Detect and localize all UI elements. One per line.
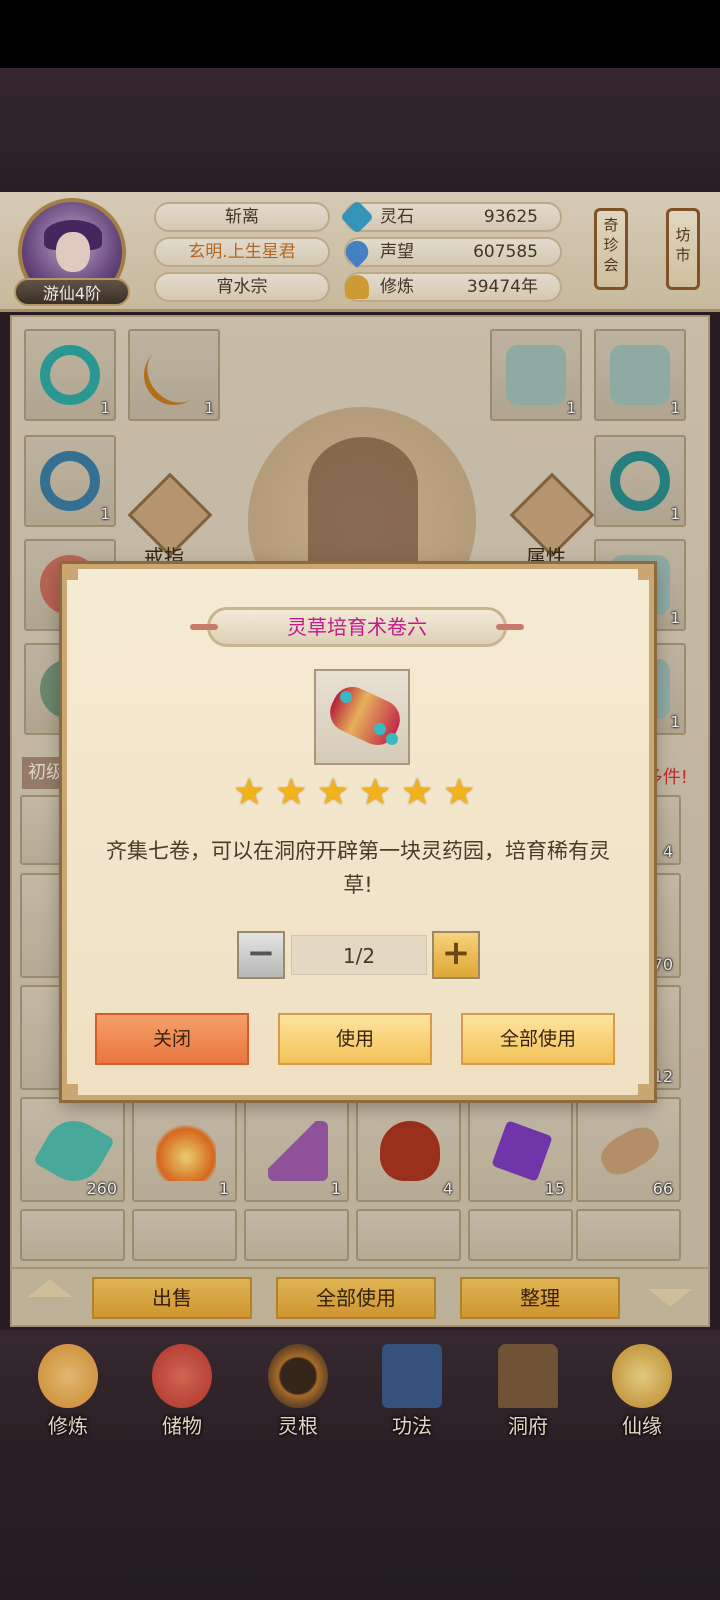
use-all-dialog-button[interactable]: 全部使用: [461, 1013, 615, 1065]
title-knob: [496, 624, 524, 630]
star-icon: ★: [317, 772, 350, 813]
star-icon: ★: [443, 772, 476, 813]
title-knob: [190, 624, 218, 630]
corner-ornament: [62, 1084, 78, 1100]
dialog-title-bar: 灵草培育术卷六: [190, 607, 524, 647]
decrease-quantity-button[interactable]: −: [237, 931, 285, 979]
corner-ornament: [62, 564, 78, 580]
bead: [386, 733, 398, 745]
star-icon: ★: [233, 772, 266, 813]
close-button[interactable]: 关闭: [95, 1013, 249, 1065]
star-icon: ★: [401, 772, 434, 813]
item-icon-box: [314, 669, 410, 765]
star-icon: ★: [275, 772, 308, 813]
star-icon: ★: [359, 772, 392, 813]
corner-ornament: [638, 1084, 654, 1100]
item-description: 齐集七卷，可以在洞府开辟第一块灵药园，培育稀有灵草!: [106, 839, 610, 897]
bead: [374, 723, 386, 735]
use-button[interactable]: 使用: [278, 1013, 432, 1065]
corner-ornament: [638, 564, 654, 580]
quantity-field[interactable]: 1/2: [291, 935, 427, 975]
increase-quantity-button[interactable]: +: [432, 931, 480, 979]
bead: [340, 691, 352, 703]
dialog-title: 灵草培育术卷六: [287, 615, 427, 639]
item-star-rating: ★ ★ ★ ★ ★ ★: [233, 775, 493, 815]
item-detail-dialog: 灵草培育术卷六 ★ ★ ★ ★ ★ ★ 齐集七卷，可以在洞府开辟第一块灵药园，培…: [62, 564, 654, 1100]
